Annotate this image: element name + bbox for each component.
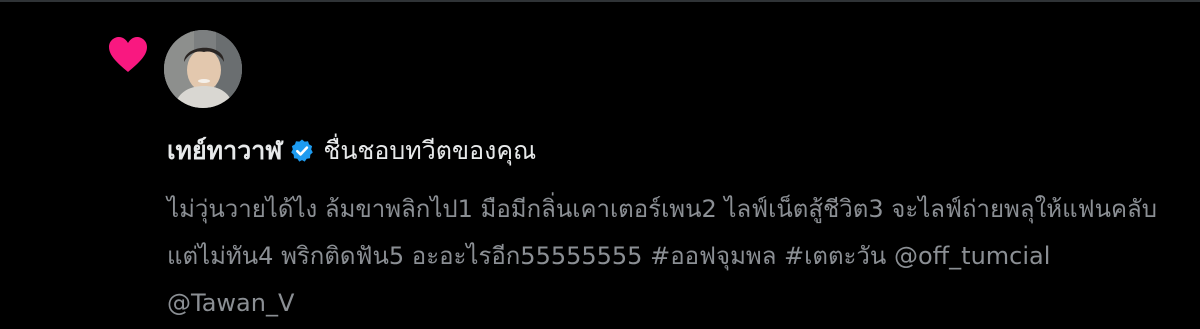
tweet-text[interactable]: ไม่วุ่นวายได้ไง ล้มขาพลิกไป1 มือมีกลิ่นเ… bbox=[167, 186, 1167, 327]
verified-badge-icon bbox=[289, 138, 315, 164]
notification-action-text: ชื่นชอบทวีตของคุณ bbox=[323, 136, 537, 165]
notification-header: เทย์ทาวาฬ ชื่นชอบทวีตของคุณ bbox=[167, 131, 536, 171]
avatar-photo bbox=[164, 30, 242, 108]
top-divider bbox=[0, 0, 1200, 2]
user-name-link[interactable]: เทย์ทาวาฬ bbox=[167, 131, 282, 171]
user-avatar[interactable] bbox=[164, 30, 242, 108]
heart-icon-graphic bbox=[109, 37, 147, 72]
heart-icon bbox=[108, 36, 148, 74]
